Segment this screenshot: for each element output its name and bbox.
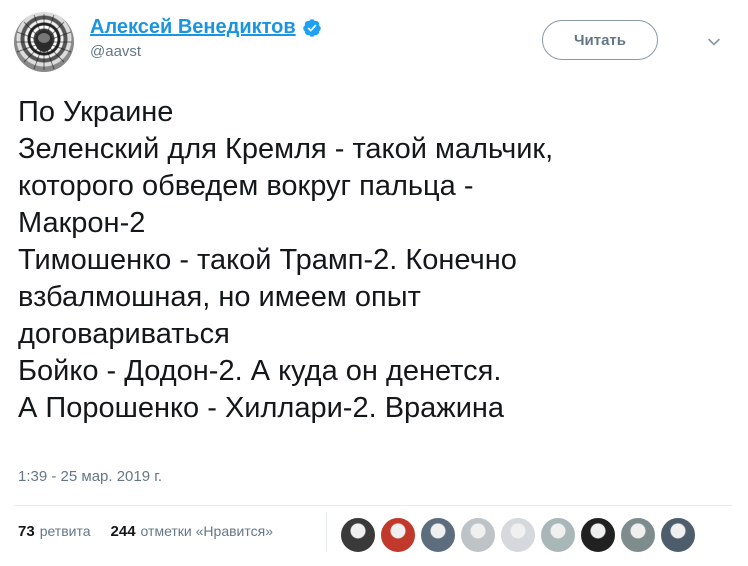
tweet-timestamp[interactable]: 1:39 - 25 мар. 2019 г. bbox=[18, 468, 162, 485]
liker-avatar[interactable] bbox=[500, 517, 536, 553]
liker-avatar[interactable] bbox=[340, 517, 376, 553]
liker-avatar[interactable] bbox=[540, 517, 576, 553]
tweet-line: взбалмошная, но имеем опыт bbox=[18, 281, 421, 313]
tweet-line: договариваться bbox=[18, 318, 230, 350]
author-avatar[interactable] bbox=[14, 12, 74, 72]
likes-count[interactable]: 244 bbox=[111, 523, 136, 540]
follow-button[interactable]: Читать bbox=[542, 20, 658, 60]
liker-avatars bbox=[340, 517, 696, 553]
tweet-line: Тимошенко - такой Трамп-2. Конечно bbox=[18, 244, 517, 276]
liker-avatar[interactable] bbox=[580, 517, 616, 553]
tweet-line: Зеленский для Кремля - такой мальчик, bbox=[18, 133, 554, 165]
tweet-line: А Порошенко - Хиллари-2. Вражина bbox=[18, 392, 505, 424]
tweet-text: По Украине Зеленский для Кремля - такой … bbox=[18, 94, 718, 427]
author-display-name[interactable]: Алексей Венедиктов bbox=[90, 16, 296, 39]
retweets-label[interactable]: ретвита bbox=[40, 523, 91, 539]
liker-avatar[interactable] bbox=[660, 517, 696, 553]
tweet-header: Алексей Венедиктов @aavst Читать bbox=[14, 12, 728, 72]
verified-badge-icon bbox=[302, 18, 321, 37]
stats-separator bbox=[326, 512, 327, 552]
tweet-line: По Украине bbox=[18, 96, 174, 128]
liker-avatar[interactable] bbox=[380, 517, 416, 553]
author-name-block: Алексей Венедиктов @aavst bbox=[90, 16, 322, 60]
tweet-line: Макрон-2 bbox=[18, 207, 146, 239]
stats-divider bbox=[14, 505, 732, 506]
chevron-down-icon[interactable] bbox=[706, 34, 722, 50]
tweet-line: которого обведем вокруг пальца - bbox=[18, 170, 474, 202]
liker-avatar[interactable] bbox=[460, 517, 496, 553]
tweet-line: Бойко - Додон-2. А куда он денется. bbox=[18, 355, 502, 387]
tweet-stats: 73 ретвита 244 отметки «Нравится» bbox=[18, 523, 273, 540]
retweets-count[interactable]: 73 bbox=[18, 523, 35, 540]
likes-label[interactable]: отметки «Нравится» bbox=[141, 523, 273, 539]
liker-avatar[interactable] bbox=[420, 517, 456, 553]
author-name-row: Алексей Венедиктов bbox=[90, 16, 322, 39]
author-handle[interactable]: @aavst bbox=[90, 43, 322, 60]
liker-avatar[interactable] bbox=[620, 517, 656, 553]
